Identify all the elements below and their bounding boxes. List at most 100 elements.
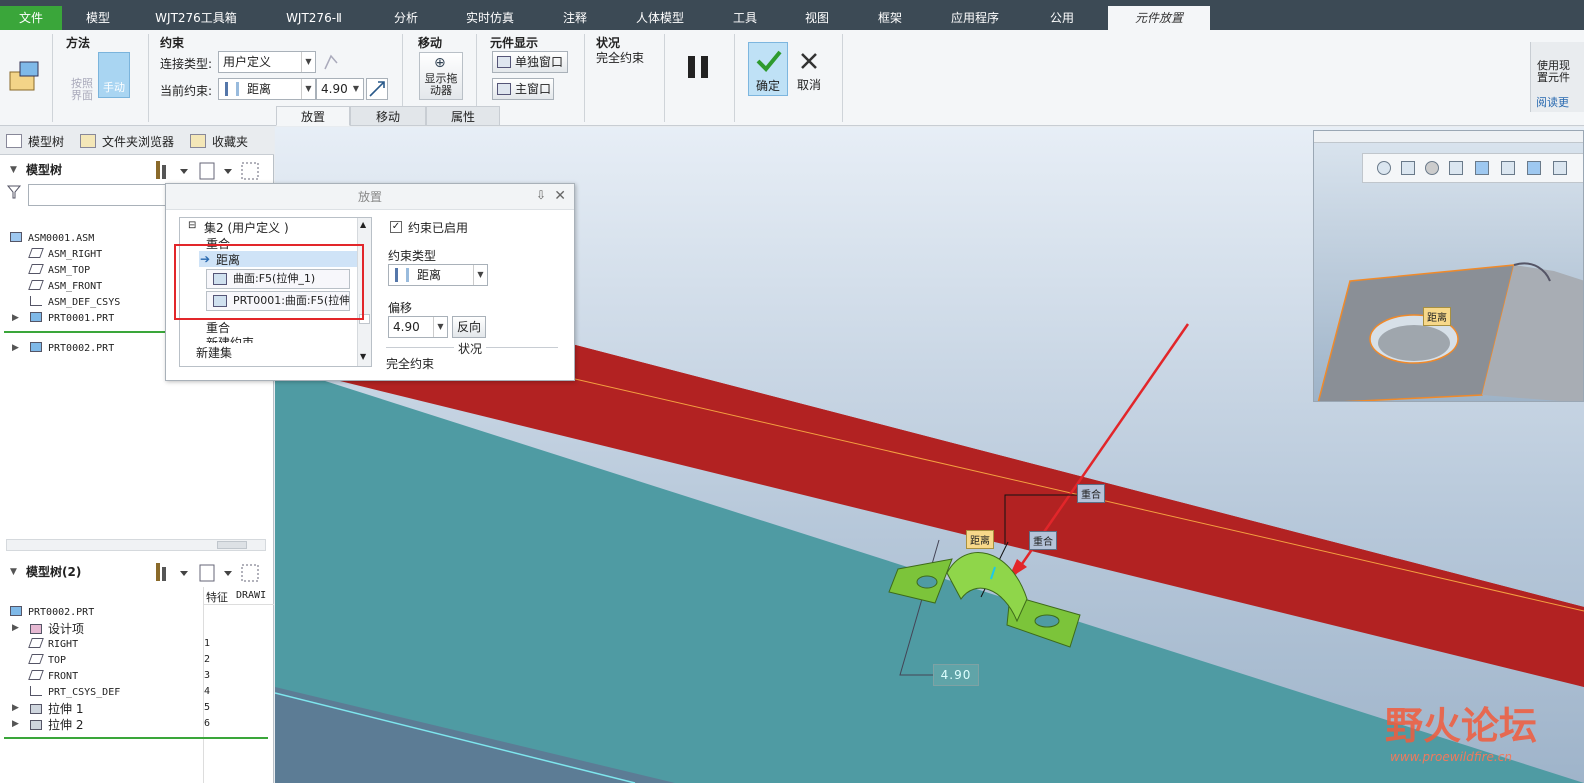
tab-component-placement[interactable]: 元件放置 <box>1108 6 1210 30</box>
offset-label: 偏移 <box>388 301 413 315</box>
tab-human-model[interactable]: 人体模型 <box>616 6 704 30</box>
constraint-type-value: 距离 <box>417 268 442 282</box>
tab-annotation[interactable]: 注释 <box>544 6 606 30</box>
tab-model[interactable]: 模型 <box>66 6 130 30</box>
csys-icon <box>30 686 42 696</box>
tab-view[interactable]: 视图 <box>786 6 848 30</box>
flip-button[interactable]: 反向 <box>452 316 486 338</box>
scroll-thumb[interactable] <box>217 541 247 549</box>
expand-icon[interactable]: ▶ <box>12 313 19 323</box>
file-menu[interactable]: 文件 <box>0 6 62 30</box>
tab-model-tree-label: 模型树 <box>28 135 65 149</box>
tree-item-label: FRONT <box>48 671 79 682</box>
highlight-box <box>174 244 364 320</box>
tree2-item-extrude1[interactable]: 拉伸 1 <box>30 700 83 717</box>
tab-tools[interactable]: 工具 <box>714 6 776 30</box>
dimension-value[interactable]: 4.90 <box>933 664 979 686</box>
read-more-link[interactable]: 阅读更 <box>1536 94 1569 110</box>
flip-icon[interactable] <box>366 78 388 100</box>
distance-tag[interactable]: 距离 <box>966 530 994 549</box>
separator <box>734 34 735 122</box>
column-drawing[interactable]: DRAWI <box>236 590 266 601</box>
tab-move[interactable]: 移动 <box>350 106 426 126</box>
filter-icon[interactable] <box>6 184 22 200</box>
constraint-set[interactable]: 集2 (用户定义 ) <box>204 219 289 236</box>
tree-item-prt0001[interactable]: PRT0001.PRT <box>30 312 114 324</box>
feature-number: 6 <box>204 718 211 729</box>
separate-window-button[interactable]: 单独窗口 <box>492 51 568 73</box>
tab-favorites[interactable]: 收藏夹 <box>190 133 248 150</box>
cancel-button[interactable]: 取消 <box>792 42 826 96</box>
tab-placement[interactable]: 放置 <box>276 106 350 126</box>
offset-field-value: 4.90 <box>393 320 420 334</box>
expand-icon[interactable]: ▶ <box>12 703 19 713</box>
constraint-swap-icon[interactable] <box>322 53 340 71</box>
main-window-button[interactable]: 主窗口 <box>492 78 554 100</box>
tree-item-label: 拉伸 1 <box>48 702 84 716</box>
tab-wjt-2[interactable]: WJT276-Ⅱ <box>262 6 366 30</box>
tree2-item-front[interactable]: FRONT <box>28 670 79 682</box>
coincident-tag[interactable]: 重合 <box>1029 531 1057 550</box>
tab-wjt-toolbox[interactable]: WJT276工具箱 <box>140 6 252 30</box>
tree-item-asm[interactable]: ASM0001.ASM <box>10 232 94 244</box>
chevron-down-icon: ▼ <box>301 52 315 72</box>
collapse-icon[interactable]: ▼ <box>10 560 17 584</box>
tab-favorites-label: 收藏夹 <box>212 135 249 149</box>
coincident-tag-2[interactable]: 重合 <box>1077 484 1105 503</box>
expand-icon[interactable]: ▶ <box>12 623 19 633</box>
current-constraint-select[interactable]: 距离 ▼ <box>218 78 316 100</box>
model-tree-2-title: 模型树(2) <box>26 565 82 579</box>
component-window[interactable]: 距离 <box>1313 130 1584 402</box>
tab-realtime-sim[interactable]: 实时仿真 <box>446 6 534 30</box>
insert-indicator <box>4 737 268 739</box>
tree2-item-csys[interactable]: PRT_CSYS_DEF <box>30 686 120 698</box>
tree-item-prt0002[interactable]: PRT0002.PRT <box>30 342 114 354</box>
new-set[interactable]: 新建集 <box>196 344 232 361</box>
pause-button[interactable] <box>686 56 712 80</box>
tree-item-asm-front[interactable]: ASM_FRONT <box>28 280 102 292</box>
scroll-up-icon[interactable]: ▲ <box>360 220 366 229</box>
tab-model-tree[interactable]: 模型树 <box>6 133 64 150</box>
feature-number: 1 <box>204 638 211 649</box>
datum-plane-icon <box>28 670 44 680</box>
expand-icon[interactable]: ▶ <box>12 343 19 353</box>
tree-tools-icons[interactable] <box>154 159 264 181</box>
dialog-title[interactable]: 放置 <box>166 184 574 210</box>
close-icon[interactable]: ✕ <box>554 188 566 204</box>
tree2-tools-icons[interactable] <box>154 561 264 583</box>
distance-tag-mini[interactable]: 距离 <box>1423 307 1451 326</box>
collapse-icon[interactable]: ⊟ <box>188 220 196 231</box>
manual-button[interactable]: 手动 <box>98 52 130 98</box>
constraint-type-select[interactable]: 距离 ▼ <box>388 264 488 286</box>
expand-icon[interactable]: ▶ <box>12 719 19 729</box>
tree2-item-root[interactable]: PRT0002.PRT <box>10 606 94 618</box>
tab-folder-browser[interactable]: 文件夹浏览器 <box>80 133 174 150</box>
tab-applications[interactable]: 应用程序 <box>932 6 1018 30</box>
tree-item-label: ASM_TOP <box>48 265 91 276</box>
scroll-down-icon[interactable]: ▼ <box>360 352 366 361</box>
column-feature[interactable]: 特征 <box>206 589 228 605</box>
offset-input[interactable]: 4.90 ▼ <box>316 78 364 100</box>
tab-analysis[interactable]: 分析 <box>376 6 436 30</box>
tree2-item-top[interactable]: TOP <box>28 654 66 666</box>
connection-type-select[interactable]: 用户定义 ▼ <box>218 51 316 73</box>
ok-button[interactable]: 确定 <box>748 42 788 96</box>
tree-item-asm-top[interactable]: ASM_TOP <box>28 264 91 276</box>
tab-common[interactable]: 公用 <box>1028 6 1096 30</box>
tree-item-label: RIGHT <box>48 639 79 650</box>
design-item-icon <box>30 624 42 634</box>
tree-item-asm-csys[interactable]: ASM_DEF_CSYS <box>30 296 120 308</box>
offset-field[interactable]: 4.90 ▼ <box>388 316 448 338</box>
new-constraint[interactable]: 新建约束 <box>206 334 254 343</box>
tree-item-asm-right[interactable]: ASM_RIGHT <box>28 248 102 260</box>
pin-icon[interactable]: ⇩ <box>536 188 546 202</box>
constraint-enabled-checkbox[interactable]: ✓ <box>390 221 402 233</box>
collapse-icon[interactable]: ▼ <box>10 158 17 182</box>
tree2-item-right[interactable]: RIGHT <box>28 638 79 650</box>
horizontal-scrollbar[interactable] <box>6 539 266 551</box>
tab-frame[interactable]: 框架 <box>858 6 922 30</box>
tree2-item-extrude2[interactable]: 拉伸 2 <box>30 716 83 733</box>
tree2-item-design[interactable]: 设计项 <box>30 620 84 637</box>
tab-properties[interactable]: 属性 <box>426 106 500 126</box>
by-interface-button[interactable]: 按照 界面 <box>66 54 98 102</box>
